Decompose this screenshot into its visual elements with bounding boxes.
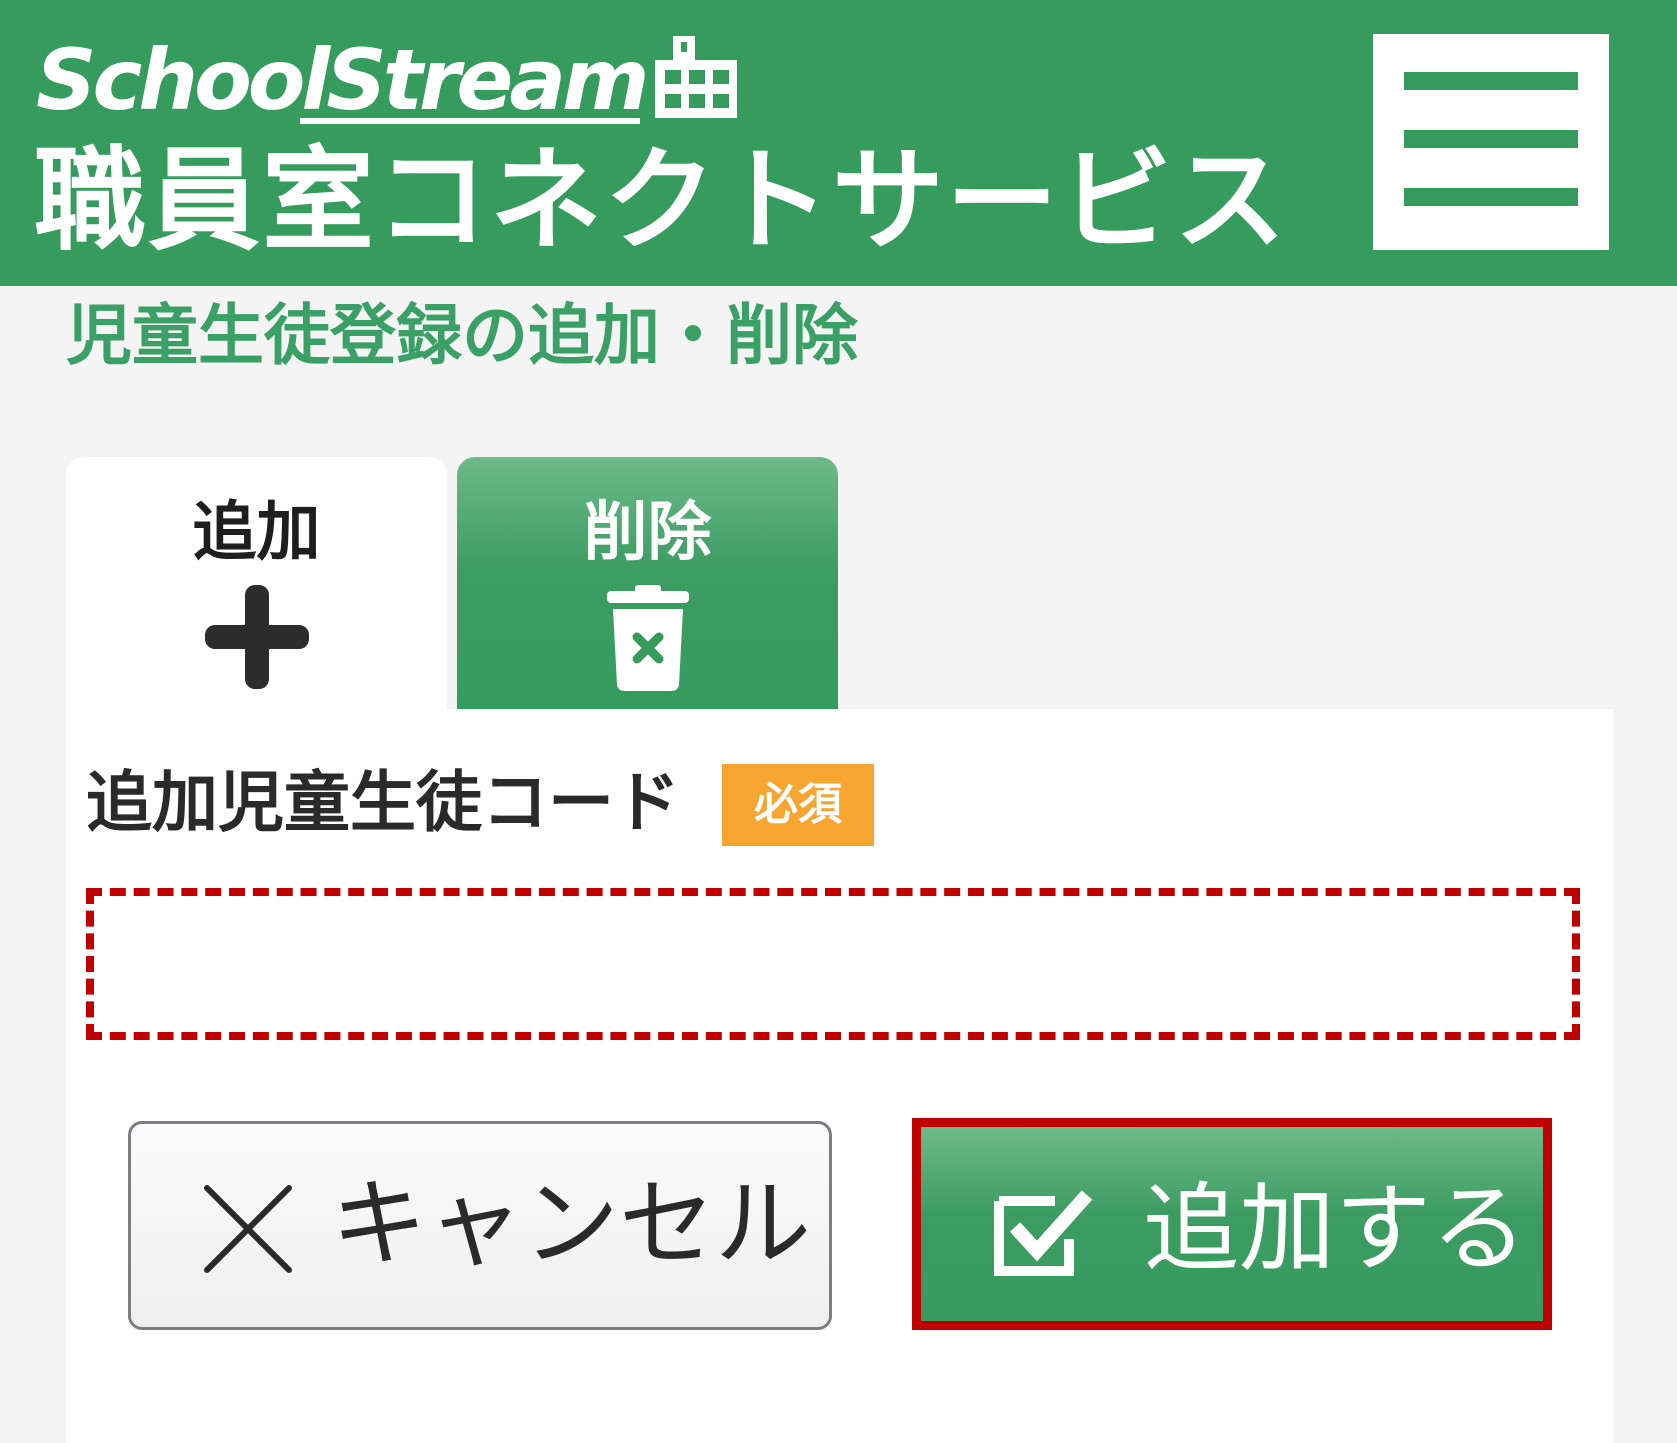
student-code-label: 追加児童生徒コード: [86, 764, 680, 841]
tab-delete[interactable]: 削除: [457, 457, 838, 709]
tab-add[interactable]: 追加: [66, 457, 447, 709]
plus-icon: [204, 585, 309, 689]
building-icon: [655, 36, 737, 118]
trash-icon: [606, 585, 689, 691]
app-header: SchoolStream 職員室コネクトサービス: [0, 0, 1677, 286]
hamburger-menu-button[interactable]: [1373, 34, 1609, 250]
checkbox-check-icon: [994, 1190, 1093, 1276]
tab-delete-label: 削除: [583, 496, 712, 570]
brand-logo: SchoolStream: [36, 31, 650, 129]
page-title: 児童生徒登録の追加・削除: [66, 297, 858, 374]
student-code-input[interactable]: [86, 888, 1580, 1040]
cancel-label: キャンセル: [331, 1168, 811, 1280]
submit-label: 追加する: [1143, 1173, 1527, 1285]
add-submit-button[interactable]: 追加する: [912, 1118, 1552, 1330]
service-name: 職員室コネクトサービス: [34, 136, 1288, 266]
cancel-button[interactable]: キャンセル: [128, 1121, 832, 1330]
brand-underline: [300, 118, 640, 124]
required-badge: 必須: [722, 764, 874, 846]
close-icon: [204, 1185, 292, 1273]
tab-add-label: 追加: [192, 496, 321, 570]
